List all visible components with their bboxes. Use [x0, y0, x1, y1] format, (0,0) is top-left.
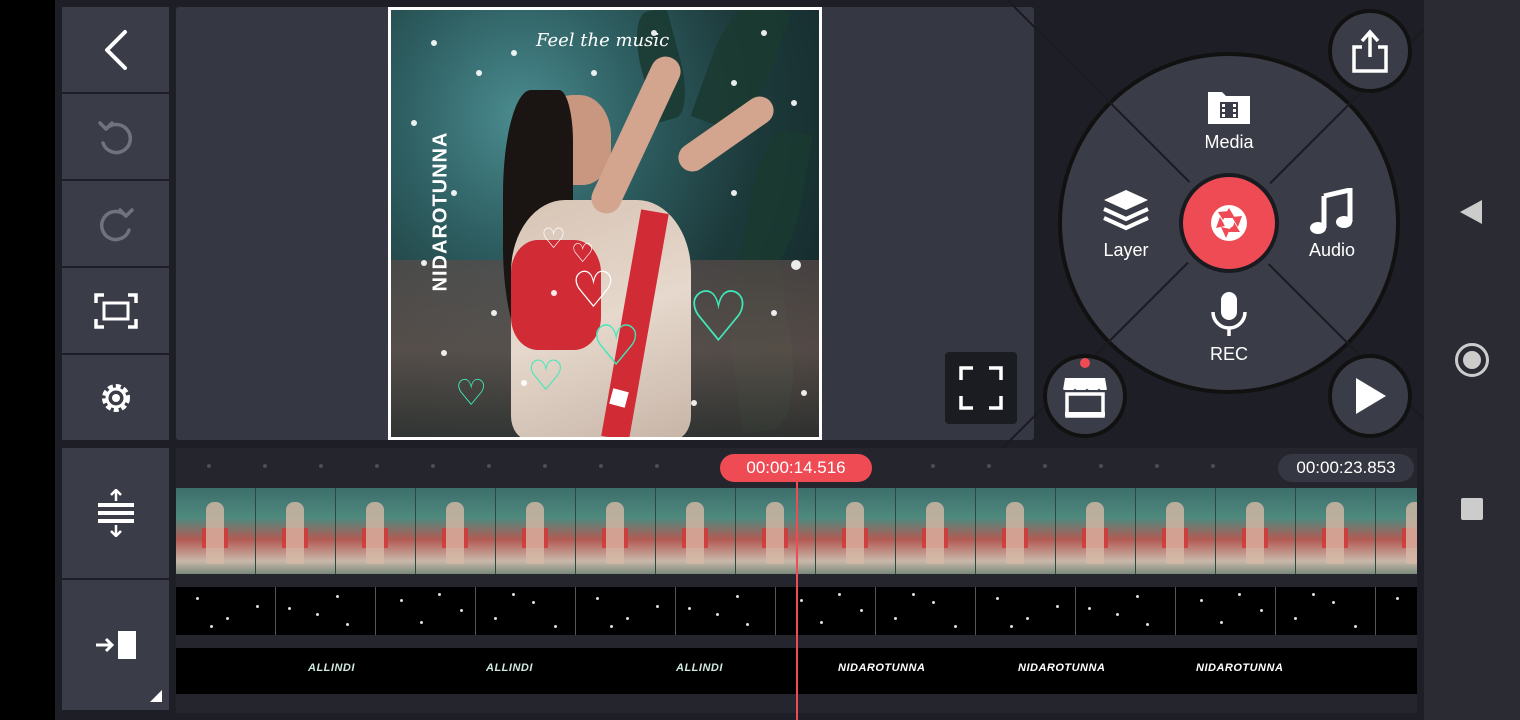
video-clip-thumbnail[interactable] — [896, 488, 976, 574]
heart-decoration-icon: ♡ — [527, 352, 565, 399]
back-arrow-icon — [104, 29, 127, 70]
asset-store-icon — [1062, 378, 1108, 418]
gear-icon — [101, 383, 130, 412]
video-clip-thumbnail[interactable] — [1216, 488, 1296, 574]
video-clip-thumbnail[interactable] — [816, 488, 896, 574]
settings-button[interactable] — [62, 355, 169, 440]
effect-clip-thumbnail[interactable] — [176, 587, 276, 635]
video-clip-thumbnail[interactable] — [176, 488, 256, 574]
video-clip-thumbnail[interactable] — [256, 488, 336, 574]
redo-button[interactable] — [62, 181, 169, 266]
media-button[interactable]: Media — [1179, 86, 1279, 153]
video-clip-thumbnail[interactable] — [1056, 488, 1136, 574]
camera-shutter-icon — [1211, 205, 1247, 241]
video-clip-thumbnail[interactable] — [976, 488, 1056, 574]
system-recents-icon[interactable] — [1461, 498, 1483, 520]
heart-decoration-icon: ♡ — [591, 314, 642, 377]
effect-clip-thumbnail[interactable] — [1276, 587, 1376, 635]
video-preview[interactable]: Feel the music NIDAROTUNNA ♡ ♡ ♡ ♡ ♡ ♡ ♡ — [388, 7, 822, 440]
rec-button[interactable]: REC — [1179, 290, 1279, 365]
total-duration-display: 00:00:23.853 — [1278, 454, 1414, 482]
text-clip[interactable]: ALLINDI — [308, 662, 355, 674]
kinemaster-editor: Feel the music NIDAROTUNNA ♡ ♡ ♡ ♡ ♡ ♡ ♡ — [55, 0, 1471, 720]
text-clip[interactable]: NIDAROTUNNA — [1196, 662, 1283, 674]
heart-decoration-icon: ♡ — [571, 262, 616, 318]
effect-clip-thumbnail[interactable] — [376, 587, 476, 635]
overlay-side-text: NIDAROTUNNA — [429, 131, 452, 292]
layer-label: Layer — [1103, 240, 1149, 260]
overlay-title-text: Feel the music — [536, 30, 670, 51]
effect-clip-thumbnail[interactable] — [576, 587, 676, 635]
undo-icon — [97, 120, 132, 154]
video-clip-thumbnail[interactable] — [656, 488, 736, 574]
corner-resize-icon — [150, 690, 162, 702]
share-button[interactable] — [1328, 9, 1412, 93]
notification-dot — [1080, 358, 1090, 368]
text-clip[interactable]: NIDAROTUNNA — [1018, 662, 1105, 674]
play-icon — [1356, 378, 1386, 414]
undo-button[interactable] — [62, 94, 169, 179]
music-note-icon — [1310, 188, 1353, 234]
media-label: Media — [1204, 132, 1254, 152]
microphone-icon — [1211, 292, 1247, 336]
text-clip[interactable]: NIDAROTUNNA — [838, 662, 925, 674]
effect-clip-thumbnail[interactable] — [876, 587, 976, 635]
text-clip[interactable]: ALLINDI — [676, 662, 723, 674]
effect-clip-thumbnail[interactable] — [276, 587, 376, 635]
layers-icon — [1103, 190, 1149, 231]
video-clip-thumbnail[interactable] — [416, 488, 496, 574]
video-clip-thumbnail[interactable] — [496, 488, 576, 574]
heart-decoration-icon: ♡ — [687, 278, 750, 356]
system-back-icon[interactable] — [1458, 198, 1484, 226]
video-clip-thumbnail[interactable] — [576, 488, 656, 574]
media-folder-icon — [1208, 92, 1250, 124]
effect-clip-thumbnail[interactable] — [776, 587, 876, 635]
current-time-display: 00:00:14.516 — [720, 454, 872, 482]
video-clip-thumbnail[interactable] — [1376, 488, 1417, 574]
audio-label: Audio — [1308, 240, 1356, 260]
heart-decoration-icon: ♡ — [541, 223, 567, 254]
effect-clip-thumbnail[interactable] — [1076, 587, 1176, 635]
expand-tracks-button[interactable] — [62, 448, 169, 578]
redo-icon — [99, 207, 134, 241]
fullscreen-button[interactable] — [945, 352, 1017, 424]
video-clip-thumbnail[interactable] — [736, 488, 816, 574]
jump-to-end-icon — [95, 631, 136, 659]
audio-button[interactable]: Audio — [1282, 188, 1382, 261]
effect-clip-thumbnail[interactable] — [976, 587, 1076, 635]
fullscreen-icon — [959, 366, 1003, 410]
video-clip-thumbnail[interactable] — [1136, 488, 1216, 574]
expand-tracks-icon — [97, 489, 134, 537]
text-clip[interactable]: ALLINDI — [486, 662, 533, 674]
system-home-icon[interactable] — [1455, 343, 1489, 377]
crop-frame-icon — [93, 292, 138, 329]
video-clip-thumbnail[interactable] — [1296, 488, 1376, 574]
crop-frame-button[interactable] — [62, 268, 169, 353]
rec-label: REC — [1209, 344, 1248, 364]
share-icon — [1352, 29, 1388, 73]
layer-button[interactable]: Layer — [1076, 188, 1176, 261]
effect-clip-thumbnail[interactable] — [1376, 587, 1417, 635]
play-button[interactable] — [1328, 354, 1412, 438]
back-button[interactable] — [62, 7, 169, 92]
video-clip-thumbnail[interactable] — [336, 488, 416, 574]
capture-button[interactable] — [1179, 173, 1279, 273]
action-wheel: Media Layer Audio REC — [987, 0, 1471, 465]
effect-clip-thumbnail[interactable] — [676, 587, 776, 635]
heart-decoration-icon: ♡ — [455, 372, 488, 413]
playhead[interactable] — [796, 480, 798, 720]
effect-clip-thumbnail[interactable] — [476, 587, 576, 635]
effect-clip-thumbnail[interactable] — [1176, 587, 1276, 635]
